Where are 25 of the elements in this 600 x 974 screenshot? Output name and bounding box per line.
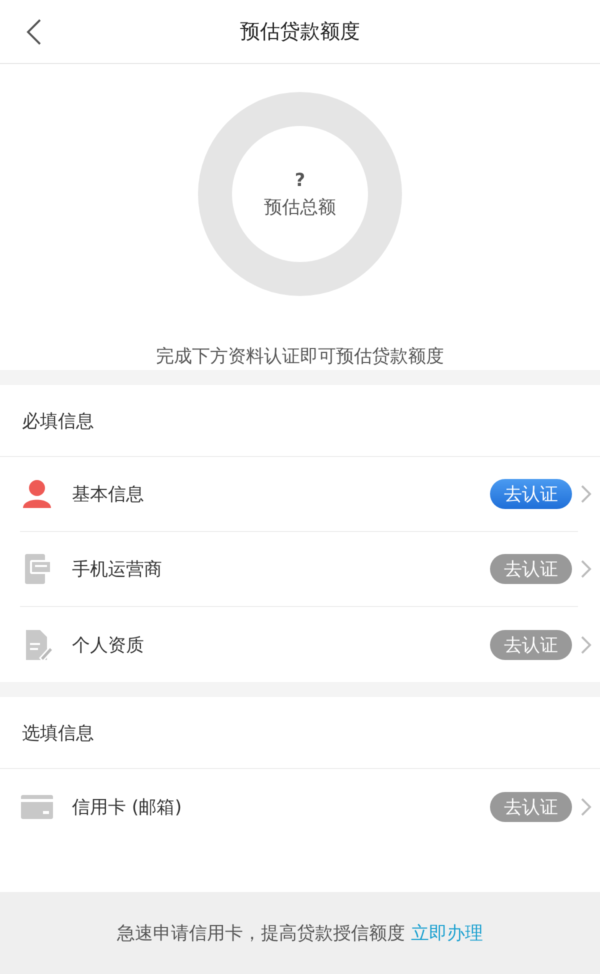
chevron-icon [580,796,592,816]
verify-button[interactable]: 去认证 [490,630,572,660]
item-label: 信用卡 (邮箱) [72,796,183,818]
list-item[interactable]: 手机运营商 去认证 [20,532,578,607]
chevron-icon [580,484,592,504]
estimate-label: 预估总额 [264,196,336,218]
section-title: 必填信息 [22,410,94,432]
page-title: 预估贷款额度 [240,18,360,45]
footer-text: 急速申请信用卡，提高贷款授信额度 [117,922,405,945]
verify-button[interactable]: 去认证 [490,554,572,584]
apply-link[interactable]: 立即办理 [411,921,483,945]
chevron-icon [580,559,592,579]
person-icon [20,477,54,511]
item-label: 基本信息 [72,483,145,506]
item-label: 手机运营商 [72,558,163,581]
list-item[interactable]: 信用卡 (邮箱) 去认证 [20,769,578,844]
hint-text: 完成下方资料认证即可预估贷款额度 [156,345,444,368]
verify-button[interactable]: 去认证 [490,792,572,822]
list-item[interactable]: 基本信息 去认证 [20,457,578,532]
section-title: 选填信息 [22,722,94,744]
chevron-icon [580,634,592,654]
verify-button[interactable]: 去认证 [490,479,572,509]
item-label: 个人资质 [72,634,145,656]
estimate-value: ? [294,170,306,190]
list-item[interactable]: 个人资质 去认证 [20,607,578,682]
